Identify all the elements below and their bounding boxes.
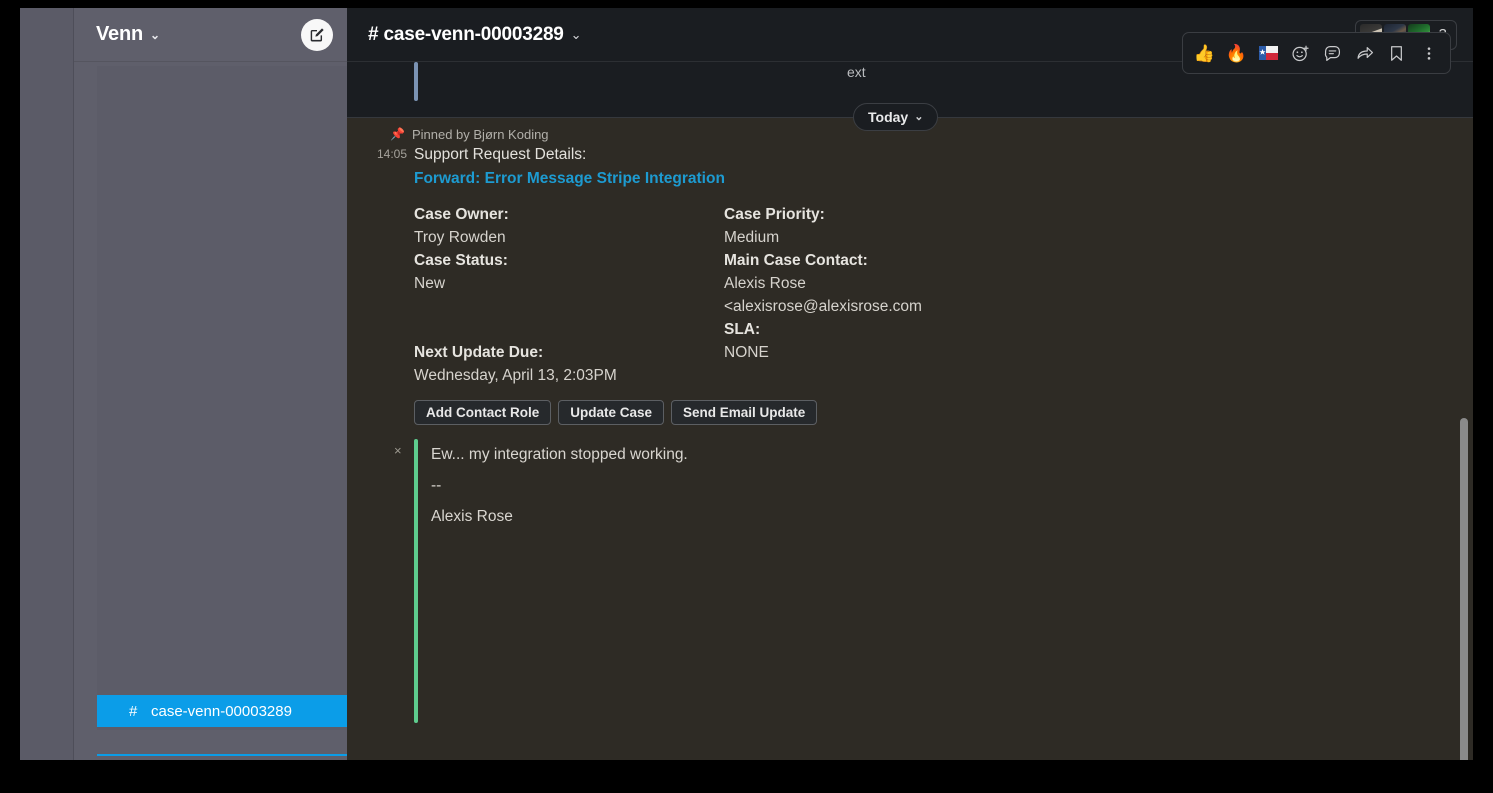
quote-line: Ew... my integration stopped working. — [431, 439, 1473, 470]
send-email-update-button[interactable]: Send Email Update — [671, 400, 817, 425]
quote-collapse-icon[interactable]: × — [394, 443, 402, 458]
update-case-button[interactable]: Update Case — [558, 400, 664, 425]
thumbs-up-reaction-button[interactable]: 👍 — [1190, 38, 1219, 68]
add-reaction-button[interactable] — [1286, 38, 1315, 68]
fire-reaction-button[interactable]: 🔥 — [1222, 38, 1251, 68]
scrollbar-thumb[interactable] — [1460, 418, 1468, 760]
date-divider: Today ⌄ — [347, 117, 1473, 118]
field-value: Wednesday, April 13, 2:03PM — [414, 364, 724, 387]
date-divider-button[interactable]: Today ⌄ — [853, 103, 938, 131]
sidebar-header: Venn ⌄ — [74, 8, 347, 62]
texas-flag-reaction-button[interactable] — [1254, 38, 1283, 68]
sidebar-item-label: case-venn-00003289 — [151, 703, 292, 720]
quoted-message: × Ew... my integration stopped working. … — [347, 439, 1473, 532]
case-fields-right: Case Priority: Medium Main Case Contact:… — [724, 203, 1034, 387]
compose-icon — [308, 26, 326, 44]
add-contact-role-button[interactable]: Add Contact Role — [414, 400, 551, 425]
cutoff-text: ext — [847, 64, 866, 80]
main-content: # case-venn-00003289⌄ 3 ext Tod — [347, 8, 1473, 760]
forward-message-button[interactable] — [1350, 38, 1379, 68]
field-label: Case Status: — [414, 249, 724, 272]
pin-icon: 📌 — [390, 128, 405, 140]
more-vertical-icon — [1426, 44, 1432, 63]
workspace-switcher[interactable]: Venn ⌄ — [96, 23, 160, 46]
save-message-button[interactable] — [1382, 38, 1411, 68]
sidebar-item-case-venn-00003289[interactable]: # case-venn-00003289 — [97, 695, 347, 727]
workspace-name: Venn — [96, 23, 143, 45]
case-subject-link[interactable]: Forward: Error Message Stripe Integratio… — [414, 167, 1473, 190]
field-value-email: <alexisrose@alexisrose.com — [724, 295, 1034, 318]
channel-name: case-venn-00003289 — [383, 24, 563, 45]
message-timestamp: 14:05 — [367, 147, 407, 161]
thread-icon — [1323, 44, 1342, 63]
date-divider-label: Today — [868, 109, 908, 125]
case-fields-left: Case Owner: Troy Rowden Case Status: New… — [414, 203, 724, 387]
compose-message-button[interactable] — [301, 19, 333, 51]
quote-accent-bar — [414, 439, 418, 723]
more-actions-button[interactable] — [1414, 38, 1443, 68]
chevron-down-icon: ⌄ — [571, 27, 582, 43]
pinned-message-body: 14:05 Support Request Details: Forward: … — [347, 144, 1473, 190]
sidebar: Venn ⌄ # case-venn-00003289 — [74, 8, 347, 760]
field-label: Main Case Contact: — [724, 249, 1034, 272]
share-arrow-icon — [1355, 44, 1375, 63]
field-value: NONE — [724, 341, 1034, 364]
pinned-by-label: Pinned by Bjørn Koding — [412, 127, 549, 142]
reply-in-thread-button[interactable] — [1318, 38, 1347, 68]
workspace-rail — [20, 8, 74, 760]
chevron-down-icon: ⌄ — [150, 28, 160, 42]
case-fields: Case Owner: Troy Rowden Case Status: New… — [347, 203, 1473, 387]
hash-icon: # — [368, 24, 378, 45]
cutoff-quote-bar — [414, 62, 418, 101]
sidebar-divider — [97, 754, 347, 756]
emoji-plus-icon — [1291, 44, 1310, 63]
field-value: Medium — [724, 226, 1034, 249]
field-label: SLA: — [724, 318, 1034, 341]
quote-body: Ew... my integration stopped working. --… — [414, 439, 1473, 532]
case-action-buttons: Add Contact Role Update Case Send Email … — [347, 400, 1473, 425]
field-label: Next Update Due: — [414, 341, 724, 364]
field-value: New — [414, 272, 724, 295]
field-value: Troy Rowden — [414, 226, 724, 249]
texas-flag-icon — [1259, 46, 1278, 60]
message-list: ext Today ⌄ 📌 Pinned by Bjørn Koding 14:… — [347, 62, 1473, 760]
message-scrollbar[interactable] — [1459, 116, 1469, 760]
quote-line: Alexis Rose — [431, 501, 1473, 532]
message-title: Support Request Details: — [414, 144, 1473, 166]
sidebar-channel-list: # case-venn-00003289 — [97, 66, 347, 730]
quote-line: -- — [431, 470, 1473, 501]
sidebar-body: # case-venn-00003289 — [74, 62, 347, 760]
field-label: Case Priority: — [724, 203, 1034, 226]
channel-title[interactable]: # case-venn-00003289 ⌄ — [368, 24, 581, 46]
field-spacer — [414, 295, 724, 318]
message-hover-toolbar: 👍 🔥 — [1182, 32, 1451, 74]
field-value: Alexis Rose — [724, 272, 1034, 295]
pinned-message: 📌 Pinned by Bjørn Koding 14:05 Support R… — [347, 118, 1473, 760]
field-label: Case Owner: — [414, 203, 724, 226]
field-spacer — [414, 318, 724, 341]
chevron-down-icon: ⌄ — [914, 110, 923, 123]
app-window: Venn ⌄ # case-venn-00003289 # — [20, 8, 1473, 760]
hash-icon: # — [129, 703, 151, 720]
bookmark-icon — [1388, 44, 1405, 63]
